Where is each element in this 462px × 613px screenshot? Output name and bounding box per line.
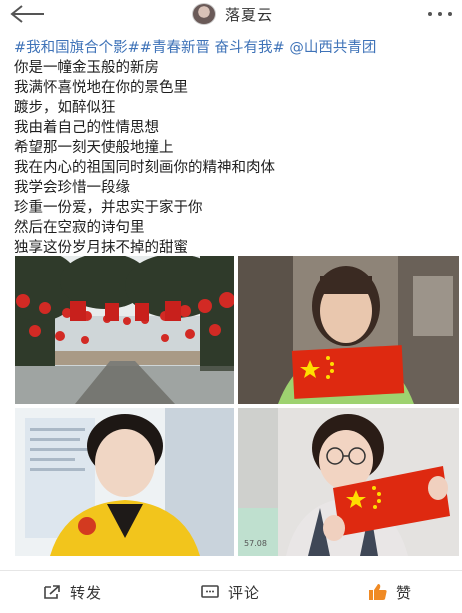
photo-campus-lanterns[interactable] <box>15 256 234 404</box>
share-icon <box>44 585 60 599</box>
poem-line: 珍重一份爱，并忠实于家于你 <box>14 200 203 216</box>
share-button[interactable]: 转发 <box>42 571 102 613</box>
share-label: 转发 <box>70 583 103 602</box>
photo-girl-with-flag[interactable] <box>238 256 459 404</box>
avatar[interactable] <box>192 3 216 25</box>
thumbs-up-icon <box>369 584 387 600</box>
poem-line: 踱步，如醉似狂 <box>14 100 116 116</box>
comment-button[interactable]: 评论 <box>200 571 260 613</box>
photo-girl-yellow-vest[interactable] <box>15 408 234 556</box>
topic-hashtags[interactable]: #我和国旗合个影##青春新晋 奋斗有我# @山西共青团 <box>14 38 450 58</box>
poem-line: 希望那一刻天使般地撞上 <box>14 140 174 156</box>
username[interactable]: 落夏云 <box>225 4 273 25</box>
photo-watermark: 57.08 <box>244 539 267 548</box>
poem-line: 我学会珍惜一段缘 <box>14 180 130 196</box>
post-body: #我和国旗合个影##青春新晋 奋斗有我# @山西共青团 你是一幢金玉般的新房 我… <box>14 38 450 258</box>
like-button[interactable]: 赞 <box>368 571 412 613</box>
more-button[interactable] <box>425 4 455 24</box>
back-arrow-icon <box>10 5 44 23</box>
poem-line: 你是一幢金玉般的新房 <box>14 60 159 76</box>
post-author[interactable]: 落夏云 <box>192 3 273 25</box>
back-button[interactable] <box>8 2 48 26</box>
like-label: 赞 <box>396 583 413 602</box>
photo-girl-glasses-flag[interactable]: 57.08 <box>238 408 459 556</box>
poem-line: 我满怀喜悦地在你的景色里 <box>14 80 188 96</box>
action-bar: 转发 评论 赞 <box>0 570 462 613</box>
poem-line: 然后在空寂的诗句里 <box>14 220 145 236</box>
poem-line: 独享这份岁月抹不掉的甜蜜 <box>14 240 188 256</box>
poem-line: 我由着自己的性情思想 <box>14 120 159 136</box>
comment-label: 评论 <box>228 583 261 602</box>
poem-line: 我在内心的祖国同时刻画你的精神和肉体 <box>14 160 275 176</box>
top-bar: 落夏云 <box>0 0 462 30</box>
comment-icon <box>201 585 219 598</box>
more-dots-icon <box>428 12 452 16</box>
